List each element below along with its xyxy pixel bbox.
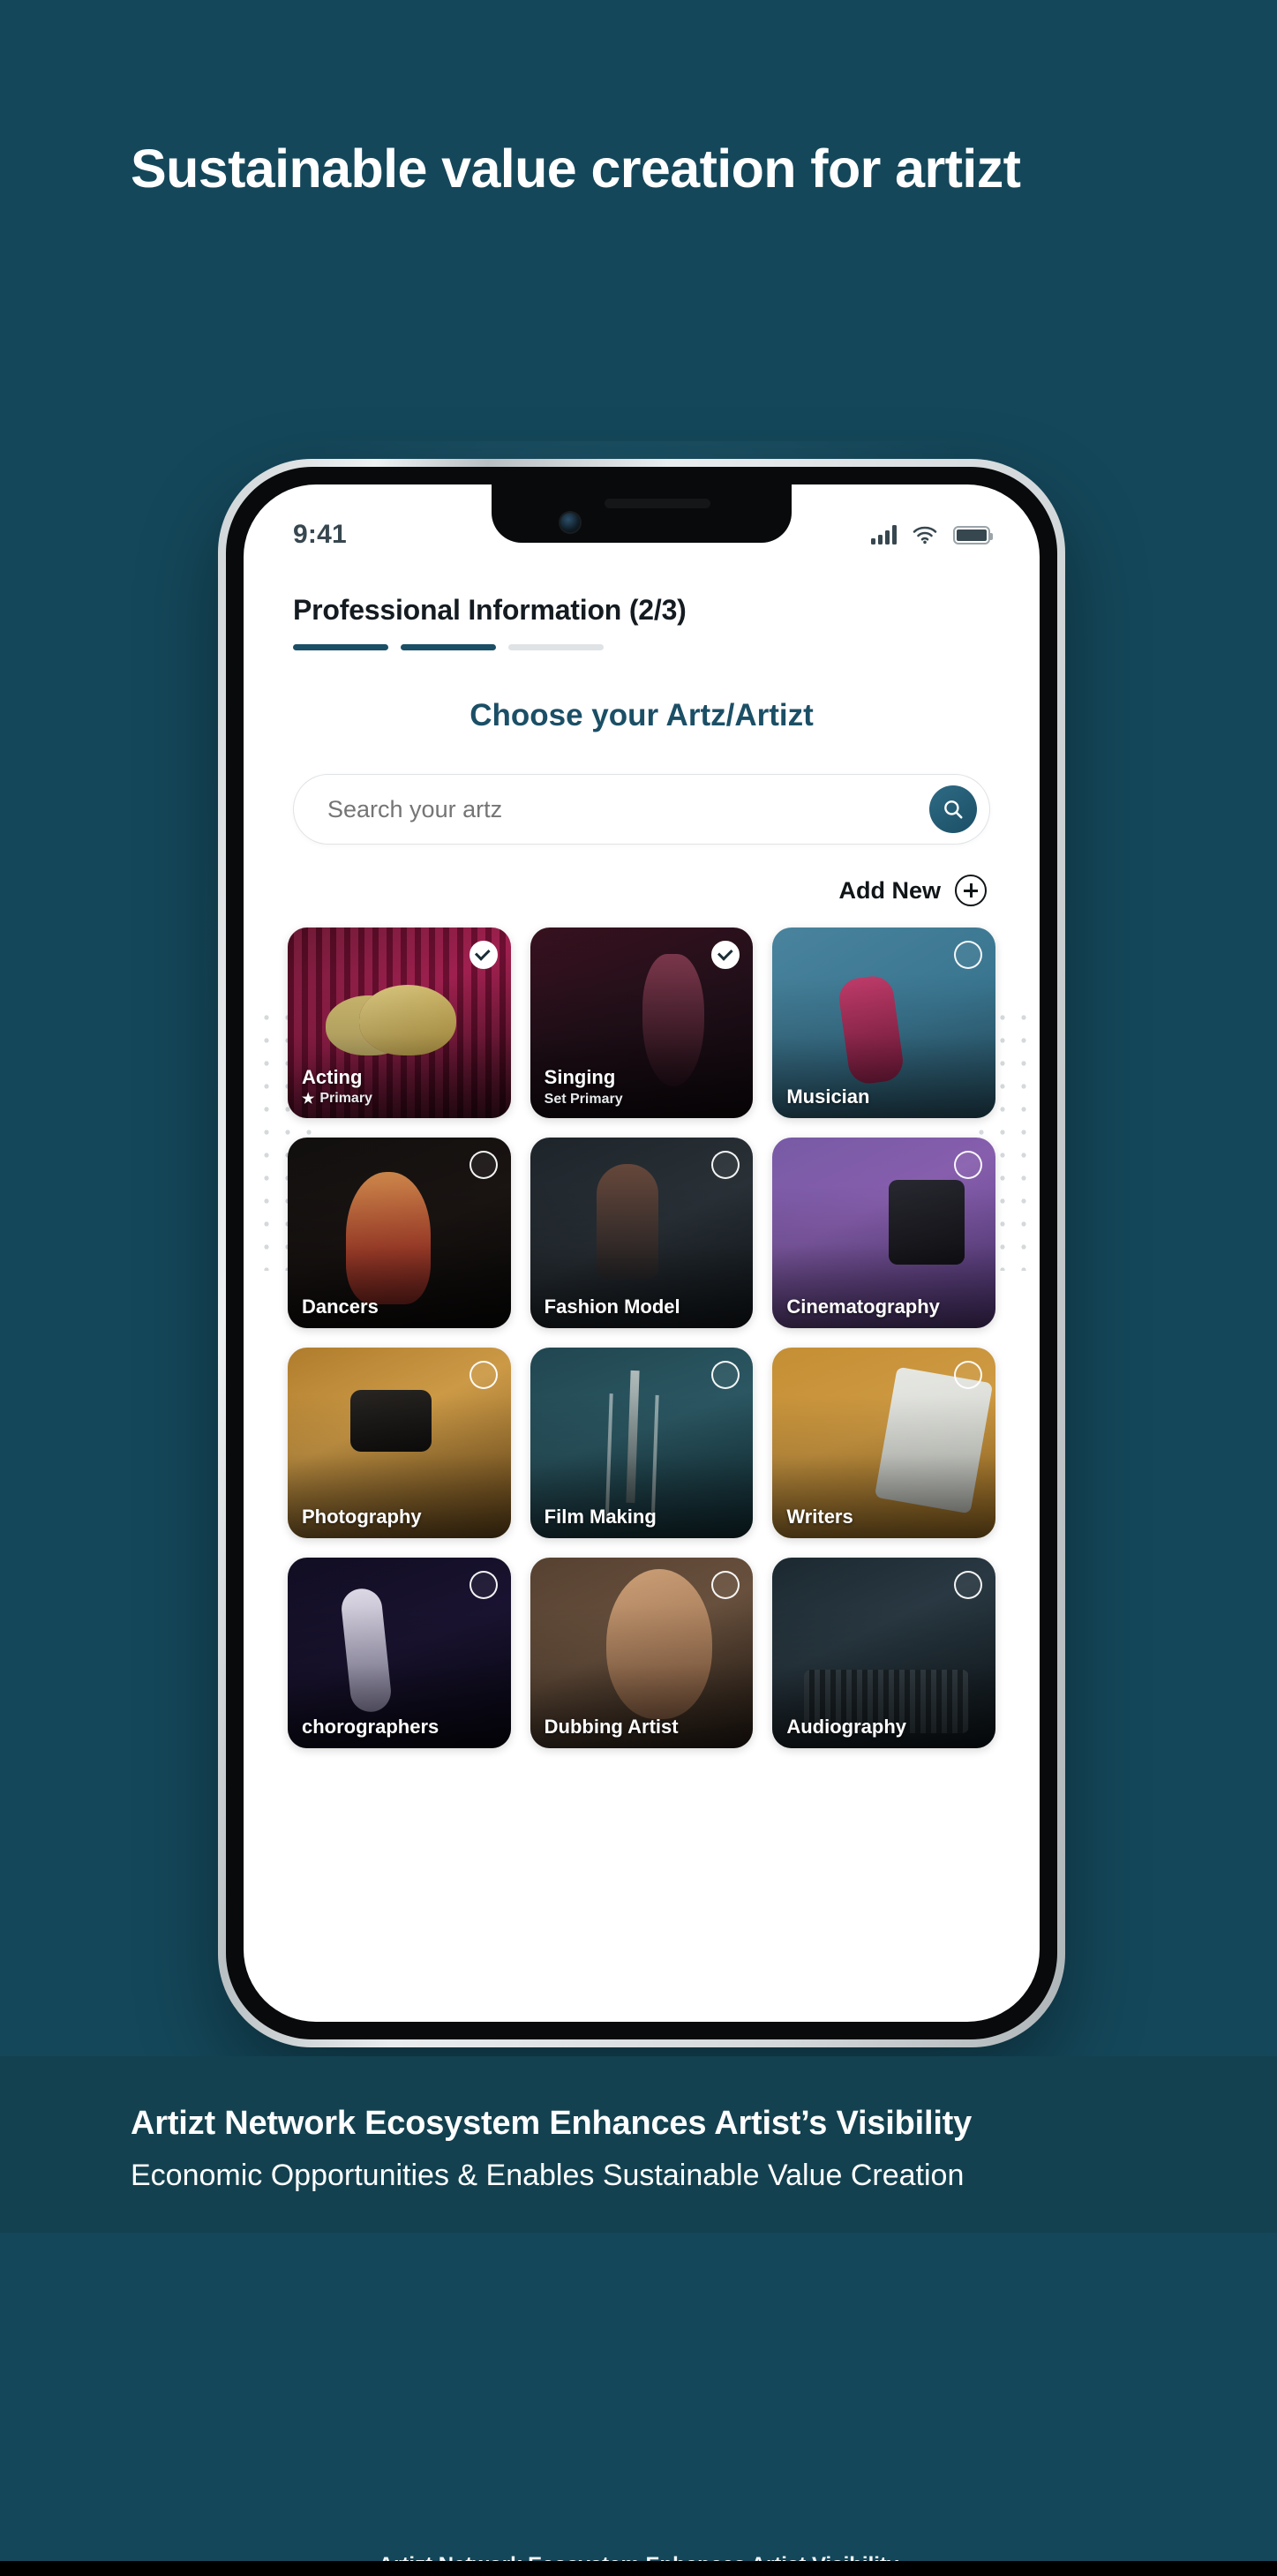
progress-segment-3 xyxy=(508,644,604,650)
artz-card[interactable]: Writers xyxy=(772,1348,995,1538)
status-icons xyxy=(871,525,993,544)
status-bar: 9:41 xyxy=(244,484,1040,569)
search-row xyxy=(293,774,990,845)
card-checkbox-icon[interactable] xyxy=(954,1571,982,1599)
card-label: chorographers xyxy=(302,1715,439,1738)
card-label: Dancers xyxy=(302,1295,379,1318)
card-checkbox-icon[interactable] xyxy=(469,1361,498,1389)
caption-subtitle: Economic Opportunities & Enables Sustain… xyxy=(131,2159,965,2193)
artz-card[interactable]: Musician xyxy=(772,928,995,1118)
artz-card[interactable]: Film Making xyxy=(530,1348,754,1538)
card-label: Writers xyxy=(786,1505,853,1528)
card-label: Cinematography xyxy=(786,1295,940,1318)
add-new-label: Add New xyxy=(838,876,941,904)
search-button[interactable] xyxy=(929,785,977,833)
card-label: Dubbing Artist xyxy=(544,1715,679,1738)
phone-mockup: 9:41 Professional Information (2/3) Choo… xyxy=(178,441,1096,2047)
phone-bezel: 9:41 Professional Information (2/3) Choo… xyxy=(226,467,1057,2039)
card-checkbox-icon[interactable] xyxy=(954,1151,982,1179)
artz-card[interactable]: Cinematography xyxy=(772,1138,995,1328)
artz-card[interactable]: Dubbing Artist xyxy=(530,1558,754,1748)
page-title: Sustainable value creation for artizt xyxy=(131,139,1021,199)
signal-bars-icon xyxy=(871,525,897,544)
section-title: Choose your Artz/Artizt xyxy=(469,698,814,732)
phone-screen: 9:41 Professional Information (2/3) Choo… xyxy=(244,484,1040,2022)
card-checkbox-checked-icon[interactable] xyxy=(469,941,498,969)
search-icon xyxy=(944,800,963,819)
search-input[interactable] xyxy=(327,795,929,823)
artz-card-grid: Acting ★ Primary Singing Set Primary Musician… xyxy=(288,928,995,1748)
card-checkbox-icon[interactable] xyxy=(954,941,982,969)
status-time: 9:41 xyxy=(293,520,347,549)
card-label: Audiography xyxy=(786,1715,906,1738)
card-label: Acting xyxy=(302,1065,363,1088)
artz-card[interactable]: Audiography xyxy=(772,1558,995,1748)
artz-card[interactable]: chorographers xyxy=(288,1558,511,1748)
card-label: Fashion Model xyxy=(544,1295,680,1318)
search-box[interactable] xyxy=(293,774,990,845)
plus-circle-icon xyxy=(955,875,987,906)
card-primary-badge: ★ Primary xyxy=(302,1090,372,1108)
card-checkbox-icon[interactable] xyxy=(469,1151,498,1179)
card-label: Photography xyxy=(302,1505,422,1528)
bottom-mask xyxy=(0,2561,1277,2576)
app-screen: Professional Information (2/3) Choose yo… xyxy=(244,569,1040,2022)
artz-card[interactable]: Acting ★ Primary xyxy=(288,928,511,1118)
progress-segment-2 xyxy=(401,644,496,650)
card-label: Musician xyxy=(786,1085,870,1108)
artz-card[interactable]: Fashion Model xyxy=(530,1138,754,1328)
card-label: Singing xyxy=(544,1065,616,1088)
caption-block: Artizt Network Ecosystem Enhances Artist… xyxy=(0,2056,1277,2233)
battery-icon xyxy=(953,525,993,544)
caption-title: Artizt Network Ecosystem Enhances Artist… xyxy=(131,2105,973,2142)
card-sub-label: Set Primary xyxy=(544,1092,623,1107)
artz-card[interactable]: Singing Set Primary xyxy=(530,928,754,1118)
step-title: Professional Information (2/3) xyxy=(293,594,687,626)
artz-card[interactable]: Dancers xyxy=(288,1138,511,1328)
wifi-icon xyxy=(913,526,937,544)
artz-card[interactable]: Photography xyxy=(288,1348,511,1538)
star-icon: ★ xyxy=(302,1092,315,1107)
card-sub-label: Primary xyxy=(319,1091,372,1106)
progress-steps xyxy=(293,644,1040,650)
card-checkbox-icon[interactable] xyxy=(469,1571,498,1599)
poster-page: Sustainable value creation for artizt 9:… xyxy=(0,0,1277,2576)
card-set-primary-action[interactable]: Set Primary xyxy=(545,1092,623,1108)
card-label: Film Making xyxy=(544,1505,657,1528)
add-new-button[interactable]: Add New xyxy=(244,875,987,906)
card-checkbox-icon[interactable] xyxy=(954,1361,982,1389)
phone-body: 9:41 Professional Information (2/3) Choo… xyxy=(218,459,1065,2047)
progress-segment-1 xyxy=(293,644,388,650)
